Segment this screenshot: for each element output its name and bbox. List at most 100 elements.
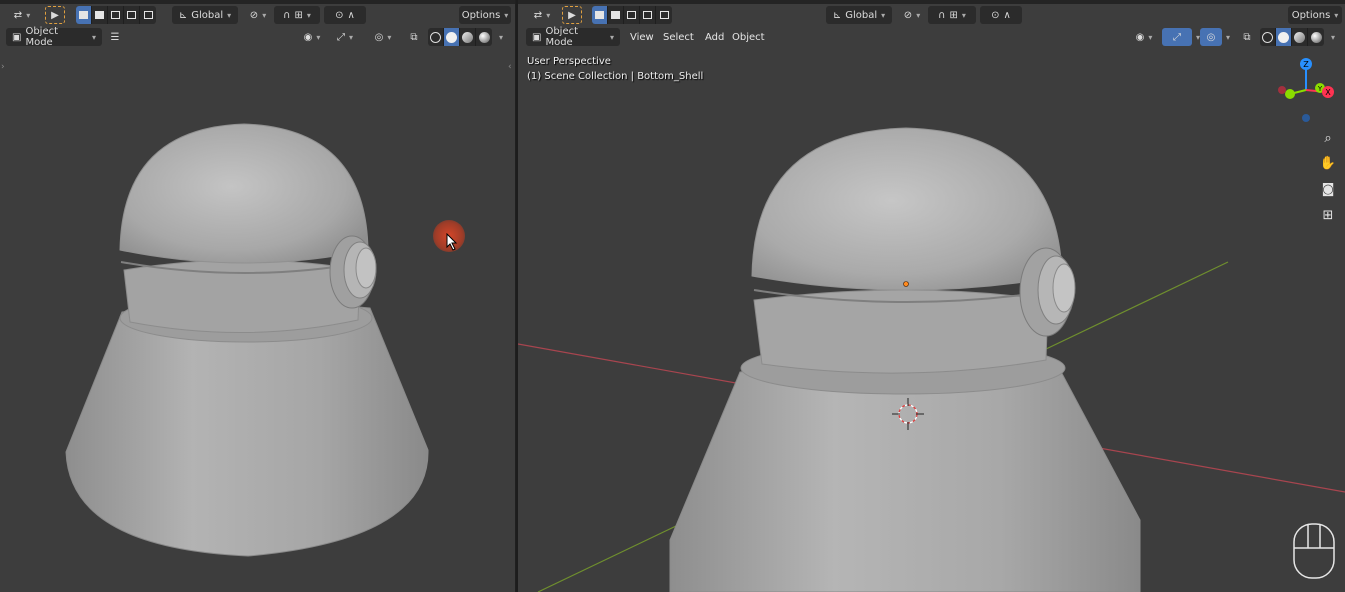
mode-dropdown[interactable]: ▣ Object Mode ▾ <box>6 26 102 48</box>
gizmo-dropdown[interactable]: ⤢ <box>1162 28 1192 46</box>
hand-pan-icon[interactable]: ✋ <box>1317 152 1339 174</box>
wireframe-shading-icon[interactable] <box>1260 28 1276 46</box>
chevron-down-icon: ▾ <box>91 32 96 42</box>
right-viewport[interactable]: ⇄ ▾ ▶ ⊾ Global ▾ ⊘ ▾ ∩ ⊞ ▾ ⊙ ∧ Options ▾ ▣ Ob… <box>518 0 1345 592</box>
orientation-icon: ⊾ <box>832 9 842 21</box>
select-new-icon[interactable] <box>592 6 608 24</box>
solid-shading-icon[interactable] <box>444 28 460 46</box>
collection-info-label: (1) Scene Collection | Bottom_Shell <box>527 71 704 82</box>
xray-icon[interactable]: ⧉ <box>1238 28 1256 46</box>
orientation-dropdown[interactable]: ⊾ Global ▾ <box>826 6 892 24</box>
chevron-down-icon: ▾ <box>387 32 392 42</box>
editor-type-button[interactable]: ⇄ ▾ <box>526 6 558 24</box>
pivot-icon: ⊘ <box>249 9 259 21</box>
grid-icon[interactable]: ⊞ <box>1317 204 1339 226</box>
object-mode-icon: ▣ <box>12 31 22 43</box>
overlay-toggle[interactable]: ◎ <box>1200 28 1222 46</box>
select-tool-button[interactable]: ▶ <box>45 6 65 24</box>
select-mode-group[interactable] <box>76 6 156 24</box>
sidebar-expand-icon[interactable]: ‹ <box>508 62 512 72</box>
menu-select[interactable]: Select <box>658 28 699 46</box>
material-shading-icon[interactable] <box>460 28 476 46</box>
snap-dropdown[interactable]: ∩ ⊞ ▾ <box>274 6 320 24</box>
shading-mode-group[interactable] <box>428 28 492 46</box>
chevron-down-icon: ▾ <box>262 10 267 20</box>
chevron-down-icon[interactable]: ▾ <box>1326 28 1340 46</box>
gizmo-dropdown[interactable]: ⤢ ▾ <box>330 28 360 46</box>
select-intersect-icon[interactable] <box>656 6 672 24</box>
snap-icon: ∩ <box>283 9 291 21</box>
xray-icon[interactable]: ⧉ <box>405 28 423 46</box>
chevron-down-icon: ▾ <box>546 10 551 20</box>
visibility-icon: ◉ <box>303 31 313 43</box>
right-3d-scene <box>518 127 1345 592</box>
object-origin <box>903 281 909 287</box>
left-viewport[interactable]: ⇄ ▾ ▶ ⊾ Global ▾ ⊘ ▾ ∩ ⊞ ▾ ⊙ ∧ Options ▾ ▣ Ob… <box>0 0 516 592</box>
chevron-down-icon: ▾ <box>916 10 921 20</box>
gizmo-neg-y-icon[interactable] <box>1285 89 1295 99</box>
chevron-down-icon: ▾ <box>961 10 966 20</box>
select-intersect-icon[interactable] <box>140 6 156 24</box>
gizmo-neg-z-icon[interactable] <box>1302 114 1310 122</box>
falloff-icon: ∧ <box>347 9 355 21</box>
pivot-dropdown[interactable]: ⊘ ▾ <box>898 6 926 24</box>
rendered-shading-icon[interactable] <box>476 28 492 46</box>
pivot-dropdown[interactable]: ⊘ ▾ <box>244 6 272 24</box>
options-label: Options <box>461 9 501 21</box>
overlay-icon: ◎ <box>1206 31 1216 43</box>
mode-dropdown[interactable]: ▣ Object Mode ▾ <box>526 26 620 48</box>
select-tool-button[interactable]: ▶ <box>562 6 582 24</box>
snap-target-icon: ⊞ <box>294 9 303 21</box>
select-mode-group[interactable] <box>592 6 672 24</box>
editor-type-button[interactable]: ⇄ ▾ <box>6 6 38 24</box>
orientation-icon: ⊾ <box>178 9 188 21</box>
menu-view[interactable]: View <box>625 28 659 46</box>
snap-icon: ∩ <box>938 9 946 21</box>
proportional-edit-icon: ⊙ <box>991 9 1000 21</box>
camera-icon[interactable]: ◙ <box>1317 178 1339 200</box>
chevron-down-icon[interactable]: ▾ <box>1222 28 1234 46</box>
proportional-edit-icon: ⊙ <box>335 9 344 21</box>
options-dropdown[interactable]: Options ▾ <box>459 6 511 24</box>
select-extend-icon[interactable] <box>92 6 108 24</box>
falloff-icon: ∧ <box>1003 9 1011 21</box>
toolbar-expand-icon[interactable]: › <box>1 62 5 72</box>
select-invert-icon[interactable] <box>640 6 656 24</box>
object-mode-icon: ▣ <box>532 31 542 43</box>
chevron-down-icon: ▾ <box>1334 10 1339 20</box>
solid-shading-icon[interactable] <box>1276 28 1292 46</box>
chevron-down-icon: ▾ <box>26 10 31 20</box>
mode-label: Object Mode <box>25 26 59 48</box>
orientation-label: Global <box>845 9 878 21</box>
visibility-dropdown[interactable]: ◉ ▾ <box>298 28 326 46</box>
wireframe-shading-icon[interactable] <box>428 28 444 46</box>
chevron-down-icon: ▾ <box>609 32 614 42</box>
menu-object[interactable]: Object <box>727 28 770 46</box>
transform-pivot-icon: ⇄ <box>13 9 23 21</box>
select-extend-icon[interactable] <box>608 6 624 24</box>
menu-add[interactable]: Add <box>700 28 729 46</box>
shading-mode-group[interactable] <box>1260 28 1324 46</box>
options-dropdown[interactable]: Options ▾ <box>1288 6 1342 24</box>
orientation-dropdown[interactable]: ⊾ Global ▾ <box>172 6 238 24</box>
select-new-icon[interactable] <box>76 6 92 24</box>
chevron-down-icon: ▾ <box>881 10 886 20</box>
navigation-gizmo[interactable]: Z Y X <box>1270 54 1340 126</box>
proportional-edit-dropdown[interactable]: ⊙ ∧ <box>324 6 366 24</box>
select-subtract-icon[interactable] <box>108 6 124 24</box>
hamburger-menu-icon[interactable]: ☰ <box>106 28 124 46</box>
zoom-icon[interactable]: ⌕ <box>1317 127 1339 149</box>
material-shading-icon[interactable] <box>1292 28 1308 46</box>
visibility-icon: ◉ <box>1135 31 1145 43</box>
visibility-dropdown[interactable]: ◉ ▾ <box>1130 28 1158 46</box>
select-invert-icon[interactable] <box>124 6 140 24</box>
cursor-arrow-icon: ▶ <box>51 9 59 21</box>
snap-dropdown[interactable]: ∩ ⊞ ▾ <box>928 6 976 24</box>
proportional-edit-dropdown[interactable]: ⊙ ∧ <box>980 6 1022 24</box>
gizmo-neg-x-icon[interactable] <box>1278 86 1286 94</box>
rendered-shading-icon[interactable] <box>1308 28 1324 46</box>
chevron-down-icon[interactable]: ▾ <box>494 28 508 46</box>
overlay-dropdown[interactable]: ◎ ▾ <box>368 28 398 46</box>
select-subtract-icon[interactable] <box>624 6 640 24</box>
orientation-label: Global <box>191 9 224 21</box>
